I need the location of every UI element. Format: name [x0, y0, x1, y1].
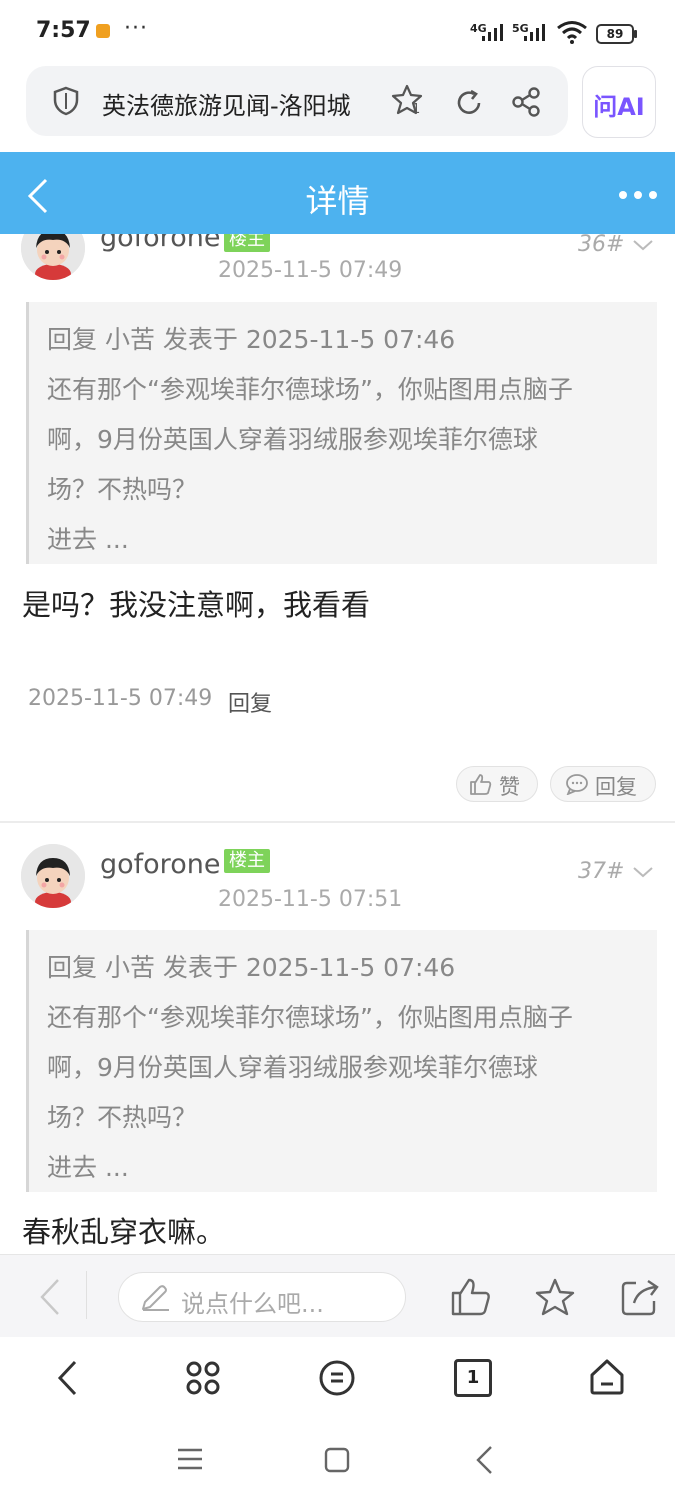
tabs-button[interactable]: 1	[454, 1359, 492, 1397]
like-label: 赞	[499, 775, 520, 799]
avatar[interactable]	[21, 234, 85, 280]
quote-line: 啊，9月份英国人穿着羽绒服参观埃菲尔德球	[47, 425, 538, 454]
post-meta-date: 2025-11-5 07:49	[28, 686, 213, 711]
home-icon[interactable]	[588, 1357, 626, 1397]
clock: 7:57	[36, 18, 91, 43]
share-icon[interactable]	[510, 86, 542, 118]
username[interactable]: goforone	[100, 849, 220, 880]
expand-chevron-icon[interactable]	[632, 238, 654, 252]
post-date: 2025-11-5 07:49	[218, 258, 403, 283]
quote-line: 啊，9月份英国人穿着羽绒服参观埃菲尔德球	[47, 1053, 538, 1082]
op-badge: 楼主	[224, 234, 270, 252]
share-icon[interactable]	[620, 1277, 660, 1317]
more-notifications-icon: ···	[124, 16, 148, 41]
recent-apps-icon[interactable]	[176, 1447, 204, 1471]
post-content: 春秋乱穿衣嘛。	[22, 1215, 226, 1249]
page-title: 详情	[305, 182, 370, 220]
star-icon[interactable]	[534, 1277, 576, 1317]
avatar-image	[21, 844, 85, 908]
status-bar: 7:57 ··· 4G 5G 89	[0, 0, 675, 64]
quote-line: 还有那个“参观埃菲尔德球场”，你贴图用点脑子	[47, 375, 573, 404]
expand-chevron-icon[interactable]	[632, 865, 654, 879]
signal-icon-2	[524, 24, 545, 41]
post-date: 2025-11-5 07:51	[218, 887, 403, 912]
apps-icon[interactable]	[184, 1359, 222, 1397]
prev-chevron-icon[interactable]	[38, 1277, 62, 1317]
quote-block: 回复 小苦 发表于 2025-11-5 07:46 还有那个“参观埃菲尔德球场”…	[26, 930, 657, 1192]
battery-indicator: 89	[596, 24, 634, 44]
signal-icon	[482, 24, 503, 41]
op-badge: 楼主	[224, 849, 270, 873]
reply-link[interactable]: 回复	[228, 686, 272, 718]
quote-more-link[interactable]: 进去 ...	[47, 520, 129, 556]
ask-ai-button[interactable]: 问AI	[582, 66, 656, 138]
page-title-url[interactable]: 英法德旅游见闻-洛阳城	[102, 86, 351, 121]
bookmark-star-button[interactable]: 1	[390, 82, 430, 122]
comment-placeholder: 说点什么吧...	[181, 1290, 324, 1318]
system-back-icon[interactable]	[474, 1445, 494, 1475]
reply-button[interactable]: 回复	[550, 766, 656, 802]
wifi-icon	[557, 21, 587, 44]
comment-input[interactable]: 说点什么吧...	[118, 1272, 406, 1322]
quote-header: 回复 小苦 发表于 2025-11-5 07:46	[47, 953, 456, 982]
more-options-icon[interactable]	[618, 190, 658, 200]
floor-number: 37#	[578, 859, 625, 884]
toolbar-divider	[86, 1271, 87, 1319]
like-button[interactable]: 赞	[456, 766, 538, 802]
quote-line: 场？不热吗？	[47, 1103, 198, 1132]
battery-nub	[634, 30, 637, 38]
post-37: goforone 楼主 37# 2025-11-5 07:51 回复 小苦 发表…	[0, 823, 675, 1253]
title-bar: 详情	[0, 152, 675, 234]
avatar-image	[21, 234, 85, 280]
username[interactable]: goforone	[100, 234, 220, 253]
system-nav-bar	[0, 1427, 675, 1500]
comment-bubble-icon	[566, 774, 588, 795]
menu-icon[interactable]	[318, 1359, 356, 1397]
address-bar[interactable]: 英法德旅游见闻-洛阳城 1	[26, 66, 568, 136]
ask-ai-label: 问AI	[593, 93, 645, 121]
pencil-icon	[142, 1285, 169, 1311]
star-badge: 1	[412, 102, 421, 117]
reply-label: 回复	[595, 775, 637, 799]
back-icon[interactable]	[56, 1359, 78, 1397]
quote-block: 回复 小苦 发表于 2025-11-5 07:46 还有那个“参观埃菲尔德球场”…	[26, 302, 657, 564]
refresh-icon[interactable]	[454, 88, 484, 118]
thumbs-up-icon	[470, 774, 492, 795]
shield-icon	[53, 86, 79, 116]
post-content: 是吗？我没注意啊，我看看	[22, 588, 371, 622]
home-button-icon[interactable]	[324, 1447, 350, 1473]
quote-line: 场？不热吗？	[47, 475, 198, 504]
floor-number: 36#	[578, 234, 625, 257]
browser-nav-bar: 1	[0, 1337, 675, 1427]
avatar[interactable]	[21, 844, 85, 908]
quote-more-link[interactable]: 进去 ...	[47, 1148, 129, 1184]
post-36: goforone 楼主 36# 2025-11-5 07:49 回复 小苦 发表…	[0, 234, 675, 822]
quote-header: 回复 小苦 发表于 2025-11-5 07:46	[47, 325, 456, 354]
thumbs-up-icon[interactable]	[450, 1277, 492, 1317]
notification-icon	[96, 24, 110, 38]
star-icon	[391, 84, 423, 115]
quote-line: 还有那个“参观埃菲尔德球场”，你贴图用点脑子	[47, 1003, 573, 1032]
